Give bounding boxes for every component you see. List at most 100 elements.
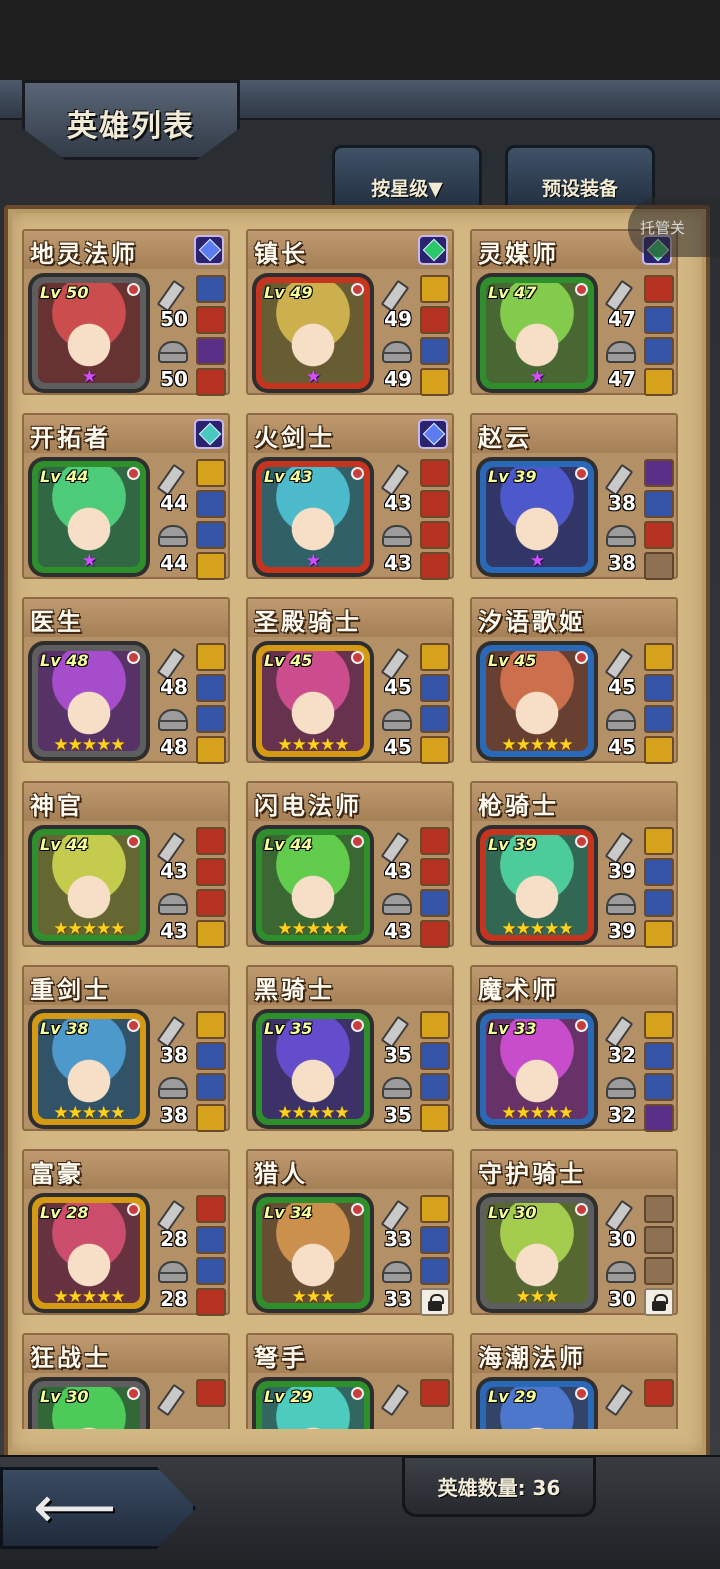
equipment-slot-icon[interactable] xyxy=(644,521,674,549)
equipment-slot-icon[interactable] xyxy=(420,827,450,855)
equipment-slot-icon[interactable] xyxy=(196,1073,226,1101)
equipment-slot-icon[interactable] xyxy=(420,889,450,917)
equipment-slot-icon[interactable] xyxy=(420,643,450,671)
equipment-slot-icon[interactable] xyxy=(420,521,450,549)
equipment-slot-icon[interactable] xyxy=(420,1011,450,1039)
hero-card[interactable]: 圣殿骑士 Lv 45 ★★★★★ 45 45 xyxy=(246,597,454,764)
sort-by-star-button[interactable]: 按星级▼ xyxy=(332,145,482,209)
lock-icon[interactable] xyxy=(644,1288,674,1316)
hero-portrait[interactable]: Lv 34 ★★★ xyxy=(252,1193,374,1313)
hero-card[interactable]: 海潮法师 Lv 29 xyxy=(470,1333,678,1429)
hero-portrait[interactable]: Lv 44 ★ xyxy=(28,457,150,577)
hero-card[interactable]: 赵云 Lv 39 ★ 38 38 xyxy=(470,413,678,580)
equipment-slot-icon[interactable] xyxy=(196,643,226,671)
equipment-slot-icon[interactable] xyxy=(420,1195,450,1223)
hero-card[interactable]: 魔术师 Lv 33 ★★★★★ 32 32 xyxy=(470,965,678,1132)
equipment-slot-icon[interactable] xyxy=(196,827,226,855)
equipment-slot-icon[interactable] xyxy=(196,1104,226,1132)
equipment-slot-icon[interactable] xyxy=(420,674,450,702)
equipment-slot-icon[interactable] xyxy=(644,490,674,518)
auto-mode-button[interactable]: 托管关 xyxy=(628,197,720,257)
equipment-slot-icon[interactable] xyxy=(644,674,674,702)
hero-grid[interactable]: 地灵法师 Lv 50 ★ 50 50 镇长 Lv 49 ★ 49 49 灵媒师 Lv 47 ★ 47 47 开… xyxy=(22,229,694,1429)
hero-portrait[interactable]: Lv 30 ★★★ xyxy=(476,1193,598,1313)
hero-card[interactable]: 闪电法师 Lv 44 ★★★★★ 43 43 xyxy=(246,781,454,948)
equipment-slot-icon[interactable] xyxy=(196,337,226,365)
equipment-slot-icon[interactable] xyxy=(196,920,226,948)
hero-portrait[interactable]: Lv 44 ★★★★★ xyxy=(252,825,374,945)
equipment-slot-icon[interactable] xyxy=(196,1257,226,1285)
equipment-slot-icon[interactable] xyxy=(420,337,450,365)
equipment-slot-icon[interactable] xyxy=(644,705,674,733)
equipment-slot-icon[interactable] xyxy=(644,858,674,886)
equipment-slot-icon[interactable] xyxy=(420,1379,450,1407)
equipment-slot-icon[interactable] xyxy=(644,1042,674,1070)
hero-portrait[interactable]: Lv 33 ★★★★★ xyxy=(476,1009,598,1129)
hero-card[interactable]: 猎人 Lv 34 ★★★ 33 33 xyxy=(246,1149,454,1316)
hero-card[interactable]: 汐语歌姬 Lv 45 ★★★★★ 45 45 xyxy=(470,597,678,764)
hero-portrait[interactable]: Lv 43 ★ xyxy=(252,457,374,577)
hero-portrait[interactable]: Lv 29 xyxy=(476,1377,598,1429)
equipment-slot-icon[interactable] xyxy=(420,306,450,334)
equipment-slot-icon[interactable] xyxy=(420,552,450,580)
empty-equipment-slot[interactable] xyxy=(644,552,674,580)
equipment-slot-icon[interactable] xyxy=(420,368,450,396)
equipment-slot-icon[interactable] xyxy=(644,337,674,365)
equipment-slot-icon[interactable] xyxy=(196,736,226,764)
empty-equipment-slot[interactable] xyxy=(644,1226,674,1254)
equipment-slot-icon[interactable] xyxy=(196,459,226,487)
equipment-slot-icon[interactable] xyxy=(420,705,450,733)
hero-portrait[interactable]: Lv 45 ★★★★★ xyxy=(476,641,598,761)
equipment-slot-icon[interactable] xyxy=(420,1104,450,1132)
hero-card[interactable]: 弩手 Lv 29 xyxy=(246,1333,454,1429)
hero-card[interactable]: 镇长 Lv 49 ★ 49 49 xyxy=(246,229,454,396)
hero-card[interactable]: 医生 Lv 48 ★★★★★ 48 48 xyxy=(22,597,230,764)
hero-portrait[interactable]: Lv 45 ★★★★★ xyxy=(252,641,374,761)
equipment-slot-icon[interactable] xyxy=(196,705,226,733)
equipment-slot-icon[interactable] xyxy=(644,1011,674,1039)
hero-card[interactable]: 守护骑士 Lv 30 ★★★ 30 30 xyxy=(470,1149,678,1316)
hero-card[interactable]: 重剑士 Lv 38 ★★★★★ 38 38 xyxy=(22,965,230,1132)
hero-portrait[interactable]: Lv 39 ★★★★★ xyxy=(476,825,598,945)
hero-portrait[interactable]: Lv 28 ★★★★★ xyxy=(28,1193,150,1313)
hero-portrait[interactable]: Lv 47 ★ xyxy=(476,273,598,393)
hero-portrait[interactable]: Lv 30 xyxy=(28,1377,150,1429)
equipment-slot-icon[interactable] xyxy=(420,736,450,764)
hero-portrait[interactable]: Lv 38 ★★★★★ xyxy=(28,1009,150,1129)
hero-portrait[interactable]: Lv 29 xyxy=(252,1377,374,1429)
hero-card[interactable]: 黑骑士 Lv 35 ★★★★★ 35 35 xyxy=(246,965,454,1132)
equipment-slot-icon[interactable] xyxy=(196,1011,226,1039)
equipment-slot-icon[interactable] xyxy=(644,643,674,671)
equipment-slot-icon[interactable] xyxy=(420,1042,450,1070)
equipment-slot-icon[interactable] xyxy=(196,1379,226,1407)
preset-equipment-button[interactable]: 预设装备 xyxy=(505,145,655,209)
hero-portrait[interactable]: Lv 44 ★★★★★ xyxy=(28,825,150,945)
equipment-slot-icon[interactable] xyxy=(196,306,226,334)
equipment-slot-icon[interactable] xyxy=(196,552,226,580)
empty-equipment-slot[interactable] xyxy=(644,1257,674,1285)
equipment-slot-icon[interactable] xyxy=(420,459,450,487)
equipment-slot-icon[interactable] xyxy=(196,275,226,303)
equipment-slot-icon[interactable] xyxy=(644,275,674,303)
equipment-slot-icon[interactable] xyxy=(420,920,450,948)
hero-card[interactable]: 富豪 Lv 28 ★★★★★ 28 28 xyxy=(22,1149,230,1316)
equipment-slot-icon[interactable] xyxy=(644,1379,674,1407)
equipment-slot-icon[interactable] xyxy=(644,889,674,917)
lock-icon[interactable] xyxy=(420,1288,450,1316)
equipment-slot-icon[interactable] xyxy=(196,858,226,886)
hero-card[interactable]: 火剑士 Lv 43 ★ 43 43 xyxy=(246,413,454,580)
equipment-slot-icon[interactable] xyxy=(196,1288,226,1316)
equipment-slot-icon[interactable] xyxy=(196,889,226,917)
equipment-slot-icon[interactable] xyxy=(644,306,674,334)
equipment-slot-icon[interactable] xyxy=(644,736,674,764)
hero-portrait[interactable]: Lv 50 ★ xyxy=(28,273,150,393)
equipment-slot-icon[interactable] xyxy=(644,1073,674,1101)
hero-portrait[interactable]: Lv 35 ★★★★★ xyxy=(252,1009,374,1129)
hero-portrait[interactable]: Lv 48 ★★★★★ xyxy=(28,641,150,761)
hero-portrait[interactable]: Lv 49 ★ xyxy=(252,273,374,393)
equipment-slot-icon[interactable] xyxy=(420,1226,450,1254)
equipment-slot-icon[interactable] xyxy=(420,1257,450,1285)
equipment-slot-icon[interactable] xyxy=(420,1073,450,1101)
equipment-slot-icon[interactable] xyxy=(196,521,226,549)
equipment-slot-icon[interactable] xyxy=(196,368,226,396)
